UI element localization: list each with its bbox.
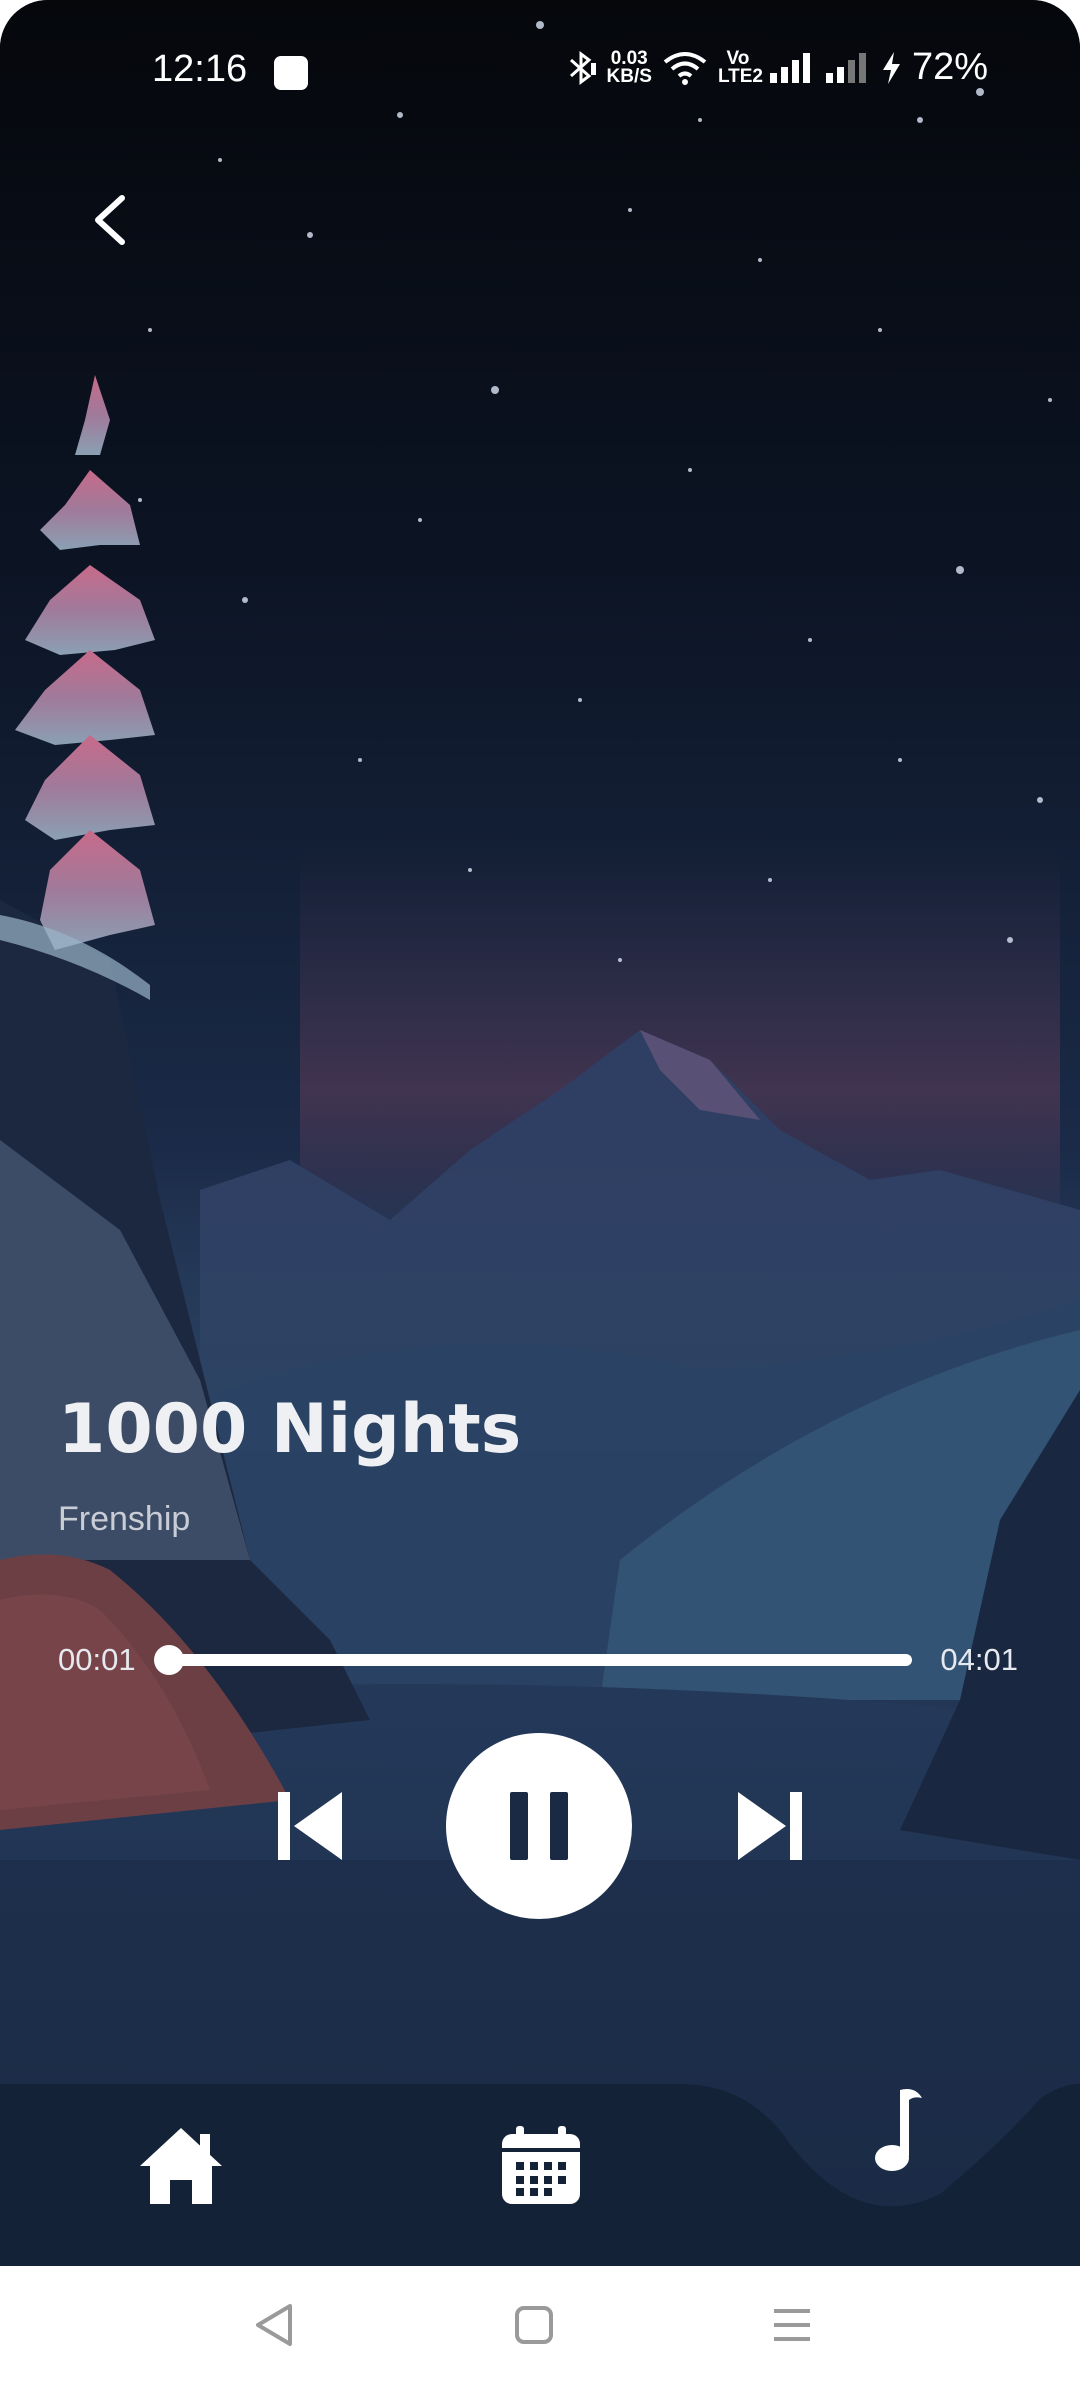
status-time: 12:16	[152, 48, 248, 90]
status-icons: 0.03 KB/S Vo LTE2 72%	[567, 46, 988, 89]
song-title: 1000 Nights	[58, 1390, 522, 1469]
back-arrow-icon[interactable]	[80, 180, 140, 260]
wifi-icon	[663, 51, 707, 85]
charging-bolt-icon	[882, 51, 900, 84]
skip-previous-icon[interactable]	[270, 1788, 350, 1864]
notification-square-icon	[274, 56, 308, 90]
status-bar: 12:16 0.03 KB/S Vo LTE2 72%	[0, 0, 1080, 140]
home-icon[interactable]	[136, 2124, 226, 2208]
music-player-screen: 12:16 0.03 KB/S Vo LTE2 72% 1000 Nights …	[0, 0, 1080, 2400]
skip-next-icon[interactable]	[730, 1788, 810, 1864]
calendar-icon[interactable]	[500, 2124, 582, 2206]
music-note-icon[interactable]	[870, 2084, 936, 2174]
night-landscape-background	[0, 0, 1080, 2270]
total-time: 04:01	[940, 1642, 1018, 1677]
seek-bar[interactable]	[153, 1645, 912, 1675]
back-triangle-icon[interactable]	[252, 2300, 296, 2350]
volte-badge: Vo LTE2	[717, 47, 763, 87]
battery-percent: 72%	[911, 46, 988, 88]
system-nav-bar	[0, 2266, 1080, 2400]
home-square-icon[interactable]	[512, 2300, 556, 2350]
signal-strength-icon-sim1	[769, 52, 810, 83]
net-speed-value: 0.03	[610, 47, 648, 69]
recents-menu-icon[interactable]	[770, 2300, 814, 2350]
pause-icon-bar-2	[550, 1792, 568, 1860]
signal-strength-icon-sim2	[825, 52, 866, 83]
bluetooth-icon	[569, 50, 596, 85]
play-pause-button[interactable]	[446, 1733, 632, 1919]
current-time: 00:01	[58, 1642, 136, 1677]
net-speed: 0.03 KB/S	[606, 47, 652, 87]
seek-bar-thumb[interactable]	[153, 1645, 184, 1675]
pause-icon	[510, 1792, 528, 1860]
artist-name: Frenship	[58, 1500, 191, 1538]
net-speed-unit: KB/S	[606, 65, 652, 87]
